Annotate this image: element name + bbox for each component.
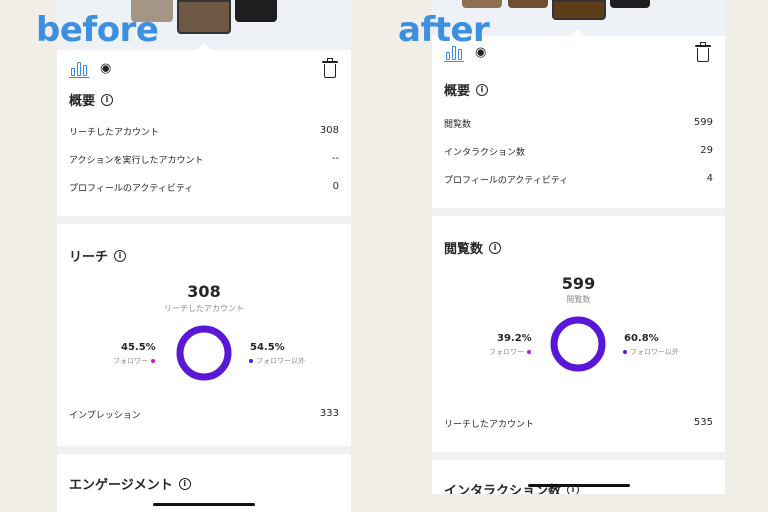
overview-row: 閲覧数 599 bbox=[444, 117, 713, 130]
followers-percent: 39.2% bbox=[497, 333, 532, 344]
interactions-card: インタラクション数 i bbox=[432, 460, 725, 494]
overview-row: プロフィールのアクティビティ 4 bbox=[444, 173, 713, 186]
engagement-title: エンゲージメント i bbox=[69, 474, 191, 493]
non-followers-percent: 60.8% bbox=[624, 333, 659, 344]
non-followers-dot bbox=[623, 350, 627, 354]
post-thumbnail[interactable] bbox=[508, 0, 548, 8]
home-indicator bbox=[528, 484, 630, 487]
overview-card: ◉ 概要 i 閲覧数 599 インタラクション数 29 プロフィールのアクティビティ 4 bbox=[432, 28, 725, 208]
after-caption: after bbox=[398, 10, 490, 50]
donut-non-followers-segment bbox=[176, 325, 232, 381]
reach-total-label: リーチしたアカウント bbox=[164, 304, 244, 313]
non-followers-legend: フォロワー以外 bbox=[623, 347, 679, 357]
post-thumbnail[interactable] bbox=[610, 0, 650, 8]
views-total-label: 閲覧数 bbox=[566, 295, 591, 304]
post-thumbnail[interactable] bbox=[462, 0, 502, 8]
views-title: 閲覧数 i bbox=[444, 238, 502, 257]
trash-icon[interactable] bbox=[695, 42, 711, 62]
followers-dot bbox=[151, 359, 155, 363]
info-icon[interactable]: i bbox=[101, 93, 114, 106]
followers-donut-chart bbox=[550, 316, 606, 372]
followers-dot bbox=[527, 350, 531, 354]
reach-total: 308 bbox=[187, 282, 221, 301]
donut-non-followers-segment bbox=[550, 316, 606, 372]
post-thumbnail-selected[interactable] bbox=[552, 0, 606, 20]
bar-chart-icon[interactable] bbox=[69, 60, 89, 78]
reach-card: リーチ i 308 リーチしたアカウント 45.5% フォロワー 54.5% フォ… bbox=[57, 224, 351, 446]
followers-legend: フォロワー bbox=[113, 356, 155, 366]
overview-row: リーチしたアカウント 308 bbox=[69, 125, 339, 138]
info-icon[interactable]: i bbox=[178, 477, 191, 490]
info-icon[interactable]: i bbox=[489, 241, 502, 254]
overview-row: アクションを実行したアカウント -- bbox=[69, 153, 339, 166]
before-caption: before bbox=[36, 10, 159, 50]
followers-legend: フォロワー bbox=[489, 347, 531, 357]
followers-donut-chart bbox=[176, 325, 232, 381]
info-icon[interactable]: i bbox=[114, 249, 127, 262]
post-thumbnail[interactable] bbox=[235, 0, 277, 22]
post-thumbnail-selected[interactable] bbox=[177, 0, 231, 34]
non-followers-legend: フォロワー以外 bbox=[249, 356, 305, 366]
followers-percent: 45.5% bbox=[121, 342, 156, 353]
overview-title: 概要 i bbox=[444, 80, 489, 99]
after-screen: ◉ 概要 i 閲覧数 599 インタラクション数 29 プロフィールのアクティビティ 4… bbox=[432, 0, 725, 494]
info-icon[interactable]: i bbox=[476, 83, 489, 96]
before-screen: ◉ 概要 i リーチしたアカウント 308 アクションを実行したアカウント -- プロ… bbox=[57, 0, 351, 512]
overview-title: 概要 i bbox=[69, 90, 114, 109]
views-card: 閲覧数 i 599 閲覧数 39.2% フォロワー 60.8% フォロワー以外 リ… bbox=[432, 216, 725, 452]
reach-row: リーチしたアカウント 535 bbox=[444, 417, 713, 430]
home-indicator bbox=[153, 503, 255, 506]
views-total: 599 bbox=[561, 274, 596, 293]
eye-icon[interactable]: ◉ bbox=[100, 62, 111, 76]
overview-row: プロフィールのアクティビティ 0 bbox=[69, 181, 339, 194]
trash-icon[interactable] bbox=[322, 58, 338, 78]
non-followers-dot bbox=[249, 359, 253, 363]
interactions-title: インタラクション数 i bbox=[444, 480, 580, 494]
non-followers-percent: 54.5% bbox=[250, 342, 285, 353]
reach-title: リーチ i bbox=[69, 246, 127, 265]
overview-row: インタラクション数 29 bbox=[444, 145, 713, 158]
impressions-row: インプレッション 333 bbox=[69, 408, 339, 421]
overview-card: ◉ 概要 i リーチしたアカウント 308 アクションを実行したアカウント -- プロ… bbox=[57, 42, 351, 216]
